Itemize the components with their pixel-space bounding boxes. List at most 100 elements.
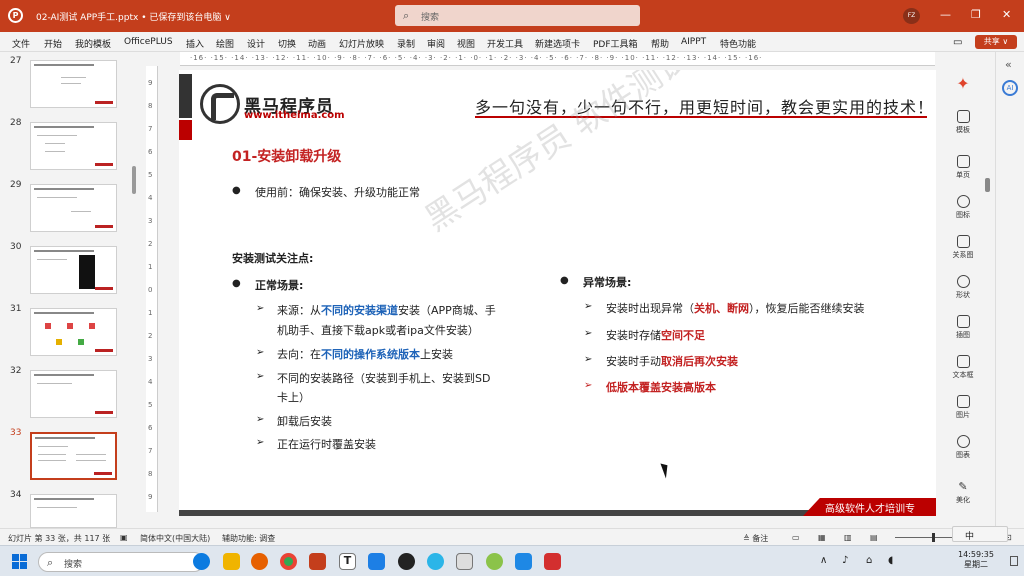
thumb-number: 31 [10, 304, 22, 314]
addin-logo-icon[interactable]: ✦ [940, 74, 986, 93]
notes-button[interactable]: ≜ 备注 [743, 533, 768, 544]
tab-review[interactable]: 审阅 [427, 37, 445, 50]
abnormal-item[interactable]: 安装时手动取消后再次安装 [606, 353, 738, 369]
normal-item[interactable]: 来源：从不同的安装渠道安装（APP商城、手 [277, 302, 496, 318]
tab-slideshow[interactable]: 幻灯片放映 [339, 37, 384, 50]
normal-heading[interactable]: 正常场景: [255, 277, 303, 293]
tab-insert[interactable]: 插入 [186, 37, 204, 50]
slide-title[interactable]: 01-安装卸载升级 [232, 146, 341, 166]
microphone-icon[interactable]: ♪ [842, 555, 848, 566]
app-icon-blue[interactable] [515, 553, 532, 570]
system-clock[interactable]: 14:59:35 星期二 [958, 550, 994, 570]
file-explorer-icon[interactable] [223, 553, 240, 570]
normal-item-line2[interactable]: 卡上） [277, 389, 310, 405]
panel-icons[interactable]: 图标 [940, 195, 986, 220]
user-avatar[interactable]: FZ [903, 8, 920, 24]
tab-view[interactable]: 视图 [457, 37, 475, 50]
ime-indicator[interactable]: 中 [952, 526, 1008, 542]
tab-home[interactable]: 开始 [44, 37, 62, 50]
language[interactable]: 简体中文(中国大陆) [140, 533, 210, 544]
ai-assistant-icon[interactable]: AI [1002, 80, 1018, 96]
tab-file[interactable]: 文件 [12, 37, 30, 50]
chrome-icon[interactable] [280, 553, 297, 570]
snipping-icon[interactable] [456, 553, 473, 570]
recorder-icon[interactable] [398, 553, 415, 570]
tab-design[interactable]: 设计 [247, 37, 265, 50]
accessibility-status[interactable]: 辅助功能: 调查 [222, 533, 275, 544]
meeting-icon[interactable] [368, 553, 385, 570]
normal-item[interactable]: 去向：在不同的操作系统版本上安装 [277, 346, 453, 362]
tray-chevron-icon[interactable]: ∧ [820, 555, 827, 566]
panel-templates[interactable]: 模板 [940, 110, 986, 135]
panel-textbox[interactable]: 文本框 [940, 355, 986, 380]
panel-pictures[interactable]: 图片 [940, 395, 986, 420]
zoom-slider-thumb[interactable] [932, 533, 935, 542]
slide-thumbnail[interactable] [30, 494, 117, 528]
panel-charts[interactable]: 图表 [940, 435, 986, 460]
panel-illustrations[interactable]: 插图 [940, 315, 986, 340]
tab-aippt[interactable]: AIPPT [681, 37, 706, 47]
spellcheck-icon[interactable]: ▣ [120, 533, 128, 542]
normal-item[interactable]: 不同的安装路径（安装到手机上、安装到SD [277, 370, 490, 386]
taskbar-search[interactable]: ⌕ 搜索 [38, 552, 204, 572]
tab-transitions[interactable]: 切换 [278, 37, 296, 50]
chat-icon[interactable] [427, 553, 444, 570]
restore-button[interactable]: ❐ [971, 8, 981, 21]
tab-developer[interactable]: 开发工具 [487, 37, 523, 50]
tab-features[interactable]: 特色功能 [720, 37, 756, 50]
tab-my-templates[interactable]: 我的模板 [75, 37, 111, 50]
reading-view-icon[interactable]: ▥ [844, 533, 852, 542]
slide-canvas[interactable]: 黑马程序员 www.itheima.com 多一句没有，少一句不行，用更短时间，… [179, 70, 936, 516]
slide-thumbnail[interactable] [30, 60, 117, 108]
tab-help[interactable]: 帮助 [651, 37, 669, 50]
normal-item[interactable]: 正在运行时覆盖安装 [277, 436, 376, 452]
panel-shapes[interactable]: 形状 [940, 275, 986, 300]
minimize-button[interactable]: — [940, 8, 951, 21]
slide-scrollbar[interactable] [985, 178, 990, 192]
document-title[interactable]: 02-AI测试 APP手工.pptx • 已保存到该台电脑 ∨ [36, 10, 231, 23]
abnormal-item[interactable]: 安装时出现异常（关机、断网），恢复后能否继续安装 [606, 300, 865, 316]
start-icon[interactable] [12, 554, 27, 569]
slideshow-icon[interactable]: ▤ [870, 533, 878, 542]
abnormal-item[interactable]: 安装时存储空间不足 [606, 327, 705, 343]
panel-beautify[interactable]: ✎ 美化 [940, 480, 986, 505]
thumbnail-scrollbar[interactable] [132, 166, 136, 194]
tab-new[interactable]: 新建选项卡 [535, 37, 580, 50]
share-button[interactable]: 共享 ∨ [975, 35, 1017, 49]
tab-animations[interactable]: 动画 [308, 37, 326, 50]
powerpoint-app-icon[interactable]: P [8, 8, 23, 23]
tab-officeplus[interactable]: OfficePLUS [124, 37, 173, 47]
abnormal-item[interactable]: 低版本覆盖安装高版本 [606, 379, 716, 395]
firefox-icon[interactable] [251, 553, 268, 570]
normal-view-icon[interactable]: ▭ [792, 533, 800, 542]
comments-icon[interactable]: ▭ [953, 37, 962, 48]
slide-thumbnail[interactable] [30, 308, 117, 356]
app-icon-green[interactable] [486, 553, 503, 570]
collapse-icon[interactable]: « [1005, 58, 1012, 71]
abnormal-heading[interactable]: 异常场景: [583, 274, 631, 290]
slide-thumbnail[interactable] [30, 122, 117, 170]
normal-item[interactable]: 卸载后安装 [277, 413, 332, 429]
volume-icon[interactable]: ◖ [888, 555, 893, 566]
edge-icon[interactable] [193, 553, 210, 570]
app-icon-red[interactable] [544, 553, 561, 570]
sorter-view-icon[interactable]: ▦ [818, 533, 826, 542]
panel-single-page[interactable]: 单页 [940, 155, 986, 180]
panel-relation-chart[interactable]: 关系图 [940, 235, 986, 260]
close-button[interactable]: ✕ [1002, 8, 1011, 21]
search-box[interactable]: ⌕ 搜索 [395, 5, 640, 26]
tab-record[interactable]: 录制 [397, 37, 415, 50]
intro-text[interactable]: 使用前：确保安装、升级功能正常 [255, 184, 420, 200]
notification-icon[interactable] [1010, 556, 1018, 566]
network-icon[interactable]: ⌂ [866, 555, 872, 566]
tab-pdf-tools[interactable]: PDF工具箱 [593, 37, 638, 50]
tab-draw[interactable]: 绘图 [216, 37, 234, 50]
slide-thumbnail[interactable] [30, 184, 117, 232]
typora-icon[interactable]: T [339, 553, 356, 570]
slide-thumbnail[interactable] [30, 246, 117, 294]
slide-thumbnail[interactable] [30, 370, 117, 418]
normal-item-line2[interactable]: 机助手、直接下载apk或者ipa文件安装） [277, 322, 479, 338]
section-heading[interactable]: 安装测试关注点: [232, 250, 313, 266]
powerpoint-icon[interactable] [309, 553, 326, 570]
slide-thumbnail-selected[interactable] [30, 432, 117, 480]
